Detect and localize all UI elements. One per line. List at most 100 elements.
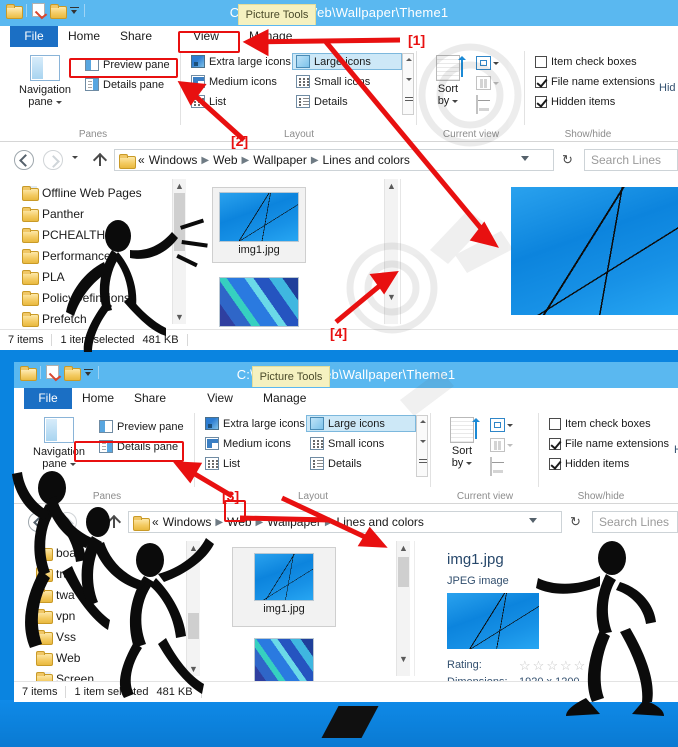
item-check-boxes-top[interactable]: Item check boxes — [532, 55, 640, 69]
breadcrumb-overflow[interactable]: « — [152, 515, 159, 529]
file-tile-img1-bottom[interactable]: img1.jpg — [232, 547, 336, 627]
layout-list-top[interactable]: List — [188, 94, 229, 109]
back-button-top[interactable] — [14, 150, 34, 170]
file-list-scrollbar-top[interactable]: ▲ ▼ — [384, 179, 398, 324]
navigation-pane-button-top[interactable]: Navigation pane — [14, 55, 76, 108]
chevron-down-icon[interactable] — [507, 423, 513, 427]
sort-by-button-top[interactable]: Sort by — [426, 55, 470, 107]
detail-rating-row[interactable]: Rating: ☆ ☆ ☆ ☆ ☆ — [447, 659, 657, 672]
rating-stars[interactable]: ☆ ☆ ☆ ☆ ☆ — [519, 659, 585, 672]
breadcrumb-overflow[interactable]: « — [138, 153, 145, 167]
scroll-down-arrow-icon[interactable]: ▼ — [385, 290, 398, 304]
breadcrumb-item[interactable]: Wallpaper — [267, 515, 321, 529]
new-folder-icon[interactable] — [50, 3, 67, 19]
up-button-bottom[interactable] — [106, 514, 122, 530]
new-folder-icon[interactable] — [64, 365, 81, 381]
recent-locations-icon[interactable] — [72, 156, 78, 159]
star-icon[interactable]: ☆ — [519, 659, 531, 672]
nav-item[interactable]: boa — [36, 542, 186, 563]
scroll-down-arrow-icon[interactable]: ▼ — [397, 652, 410, 666]
forward-button-top[interactable] — [43, 150, 63, 170]
scroll-thumb[interactable] — [174, 193, 185, 251]
folder-icon[interactable] — [20, 365, 37, 381]
item-check-boxes-bottom[interactable]: Item check boxes — [546, 417, 654, 431]
chevron-down-icon[interactable] — [493, 61, 499, 65]
gallery-expand-icon[interactable] — [403, 94, 413, 114]
checkbox-icon[interactable] — [535, 56, 547, 68]
breadcrumb-item[interactable]: Lines and colors — [323, 153, 410, 167]
nav-item[interactable]: Prefetch — [22, 308, 172, 329]
checkbox-icon[interactable] — [535, 76, 547, 88]
chevron-down-icon[interactable] — [452, 99, 459, 103]
hidden-items-top[interactable]: Hidden items — [532, 95, 618, 109]
breadcrumb-item[interactable]: Wallpaper — [253, 153, 307, 167]
chevron-down-icon[interactable] — [466, 461, 473, 465]
layout-extra-large-icons-top[interactable]: Extra large icons — [188, 54, 294, 69]
layout-medium-icons-bottom[interactable]: Medium icons — [202, 436, 294, 451]
refresh-button-top[interactable]: ↻ — [562, 152, 573, 168]
search-input-top[interactable]: Search Lines — [584, 149, 678, 171]
hide-selected-items-button-top[interactable]: Hid — [659, 82, 676, 94]
tab-manage-top[interactable]: Manage — [240, 26, 300, 47]
star-icon[interactable]: ☆ — [574, 659, 586, 672]
nav-item[interactable]: vpn — [36, 605, 186, 626]
gallery-scroll-down-icon[interactable] — [403, 74, 413, 94]
file-tile-2-top[interactable] — [212, 273, 306, 329]
folder-icon[interactable] — [6, 3, 23, 19]
layout-details-top[interactable]: Details — [293, 94, 351, 109]
nav-item[interactable]: PLA — [22, 266, 172, 287]
address-dropdown-icon[interactable] — [529, 518, 537, 523]
gallery-expand-icon[interactable] — [417, 456, 427, 476]
navigation-pane-list-bottom[interactable]: boa tra twa 2 vpn Vss Web Screen — [36, 542, 186, 689]
layout-gallery-spinner-bottom[interactable] — [416, 415, 428, 477]
tab-share-top[interactable]: Share — [110, 26, 162, 47]
breadcrumb-bottom[interactable]: « Windows ▶ Web ▶ Wallpaper ▶ Lines and … — [128, 511, 562, 533]
star-icon[interactable]: ☆ — [560, 659, 572, 672]
layout-small-icons-bottom[interactable]: Small icons — [307, 436, 387, 451]
layout-list-bottom[interactable]: List — [202, 456, 243, 471]
layout-details-bottom[interactable]: Details — [307, 456, 365, 471]
size-all-columns-button-bottom[interactable] — [490, 438, 513, 452]
size-column-fit-button-top[interactable] — [476, 95, 478, 114]
scroll-thumb[interactable] — [398, 557, 409, 587]
breadcrumb-item[interactable]: Lines and colors — [337, 515, 424, 529]
preview-pane-button-bottom[interactable]: Preview pane — [96, 419, 187, 434]
quick-access-toolbar-bottom[interactable] — [20, 365, 99, 381]
checkbox-icon[interactable] — [549, 418, 561, 430]
tab-file-top[interactable]: File — [10, 26, 58, 47]
file-tile-img1-top[interactable]: img1.jpg — [212, 187, 306, 263]
nav-item[interactable]: Vss — [36, 626, 186, 647]
chevron-down-icon[interactable] — [55, 100, 62, 104]
breadcrumb-item[interactable]: Web — [213, 153, 237, 167]
star-icon[interactable]: ☆ — [546, 659, 558, 672]
scroll-thumb[interactable] — [188, 613, 199, 639]
tab-home-bottom[interactable]: Home — [72, 388, 124, 409]
nav-item[interactable]: twa 2 — [36, 584, 186, 605]
nav-item[interactable]: Offline Web Pages — [22, 182, 172, 203]
star-icon[interactable]: ☆ — [533, 659, 545, 672]
sort-by-button-bottom[interactable]: Sort by — [440, 417, 484, 469]
gallery-scroll-down-icon[interactable] — [417, 436, 427, 456]
nav-item[interactable]: PCHEALTH — [22, 224, 172, 245]
tab-home-top[interactable]: Home — [58, 26, 110, 47]
tab-share-bottom[interactable]: Share — [124, 388, 176, 409]
scroll-up-arrow-icon[interactable]: ▲ — [397, 541, 410, 555]
properties-icon[interactable] — [46, 365, 59, 379]
nav-pane-scrollbar-top[interactable]: ▲ ▼ — [172, 179, 186, 324]
recent-locations-icon[interactable] — [86, 518, 92, 521]
size-column-fit-button-bottom[interactable] — [490, 457, 492, 476]
breadcrumb-item[interactable]: Windows — [163, 515, 212, 529]
scroll-up-arrow-icon[interactable]: ▲ — [173, 179, 186, 193]
nav-item[interactable]: Panther — [22, 203, 172, 224]
back-button-bottom[interactable] — [28, 512, 48, 532]
nav-item[interactable]: Performance — [22, 245, 172, 266]
properties-icon[interactable] — [32, 3, 45, 17]
breadcrumb-item[interactable]: Windows — [149, 153, 198, 167]
hide-selected-items-button-bottom[interactable]: Hi — [674, 444, 678, 456]
layout-gallery-spinner-top[interactable] — [402, 53, 414, 115]
tab-view-top[interactable]: View — [180, 26, 232, 47]
file-tile-2-bottom[interactable] — [232, 635, 336, 685]
forward-button-bottom[interactable] — [57, 512, 77, 532]
layout-small-icons-top[interactable]: Small icons — [293, 74, 373, 89]
scroll-down-arrow-icon[interactable]: ▼ — [187, 662, 200, 676]
